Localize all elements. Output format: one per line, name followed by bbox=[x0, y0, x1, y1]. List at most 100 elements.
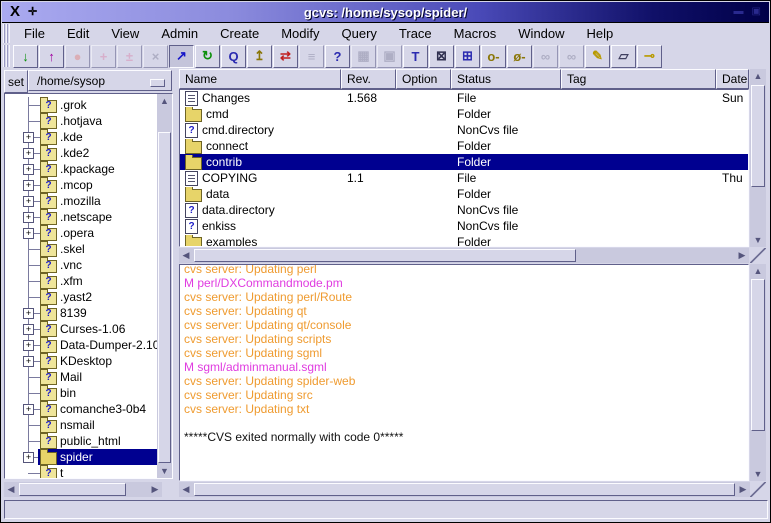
scroll-left-icon[interactable] bbox=[4, 482, 18, 497]
watch-button[interactable]: ∞ bbox=[533, 45, 558, 68]
expander-plus-icon[interactable]: + bbox=[23, 356, 34, 367]
filelist-vscrollbar[interactable] bbox=[750, 69, 766, 247]
menu-macros[interactable]: Macros bbox=[443, 24, 508, 43]
scroll-thumb[interactable] bbox=[751, 85, 765, 187]
console-hscrollbar[interactable] bbox=[179, 482, 750, 497]
resize-grip[interactable] bbox=[750, 482, 766, 497]
expander-plus-icon[interactable]: + bbox=[23, 132, 34, 143]
tree-item[interactable]: +?comanche3-0b4 bbox=[5, 401, 157, 417]
expander-plus-icon[interactable]: + bbox=[23, 164, 34, 175]
menu-admin[interactable]: Admin bbox=[150, 24, 209, 43]
diff-button[interactable]: ↗ bbox=[169, 45, 194, 68]
tree-vscrollbar[interactable] bbox=[157, 94, 172, 478]
minimize-icon[interactable] bbox=[734, 6, 744, 18]
scroll-thumb[interactable] bbox=[158, 132, 171, 463]
set-button[interactable]: set bbox=[4, 70, 28, 93]
menubar-grip[interactable] bbox=[3, 24, 10, 43]
add-file-button[interactable]: + bbox=[91, 45, 116, 68]
column-header-name[interactable]: Name bbox=[179, 69, 341, 89]
column-header-status[interactable]: Status bbox=[451, 69, 561, 89]
expander-plus-icon[interactable]: + bbox=[23, 148, 34, 159]
scroll-thumb[interactable] bbox=[194, 249, 576, 262]
menu-query[interactable]: Query bbox=[331, 24, 388, 43]
add-binary-button[interactable]: ± bbox=[117, 45, 142, 68]
tree-item[interactable]: +?.mozilla bbox=[5, 193, 157, 209]
tree-item[interactable]: +?.kpackage bbox=[5, 161, 157, 177]
scroll-left-icon[interactable] bbox=[179, 482, 193, 497]
edit-button[interactable]: ✎ bbox=[585, 45, 610, 68]
table-row[interactable]: contribFolder bbox=[180, 154, 748, 170]
scroll-thumb[interactable] bbox=[751, 279, 765, 431]
expander-plus-icon[interactable]: + bbox=[23, 196, 34, 207]
maximize-icon[interactable] bbox=[752, 6, 761, 18]
menu-modify[interactable]: Modify bbox=[270, 24, 330, 43]
menu-file[interactable]: File bbox=[13, 24, 56, 43]
tree-item[interactable]: ?public_html bbox=[5, 433, 157, 449]
expander-plus-icon[interactable]: + bbox=[23, 308, 34, 319]
column-header-option[interactable]: Option bbox=[396, 69, 451, 89]
update-button[interactable]: ↓ bbox=[13, 45, 38, 68]
column-header-rev[interactable]: Rev. bbox=[341, 69, 396, 89]
table-row[interactable]: ?enkissNonCvs file bbox=[180, 218, 748, 234]
toolbar-grip[interactable] bbox=[3, 45, 10, 67]
reload-view-button[interactable]: ⇄ bbox=[273, 45, 298, 68]
tree-item[interactable]: ?nsmail bbox=[5, 417, 157, 433]
tree-item[interactable]: +?KDesktop bbox=[5, 353, 157, 369]
unedit-button[interactable]: ▱ bbox=[611, 45, 636, 68]
table-row[interactable]: ?data.directoryNonCvs file bbox=[180, 202, 748, 218]
tree-item[interactable]: +?8139 bbox=[5, 305, 157, 321]
menu-create[interactable]: Create bbox=[209, 24, 270, 43]
scroll-right-icon[interactable] bbox=[735, 248, 749, 263]
tree-item[interactable]: ?.yast2 bbox=[5, 289, 157, 305]
title-bar[interactable]: gcvs: /home/sysop/spider/ bbox=[2, 2, 769, 23]
trash-button[interactable]: ▣ bbox=[377, 45, 402, 68]
scroll-up-icon[interactable] bbox=[157, 94, 172, 108]
tree-item[interactable]: +?.opera bbox=[5, 225, 157, 241]
logout-button[interactable]: ø- bbox=[507, 45, 532, 68]
menu-view[interactable]: View bbox=[100, 24, 150, 43]
remove-button[interactable]: × bbox=[143, 45, 168, 68]
ignore-button[interactable]: ▦ bbox=[351, 45, 376, 68]
tree-hscrollbar[interactable] bbox=[4, 482, 162, 497]
scroll-down-icon[interactable] bbox=[157, 464, 172, 478]
menu-help[interactable]: Help bbox=[576, 24, 625, 43]
menu-trace[interactable]: Trace bbox=[388, 24, 443, 43]
tree-item[interactable]: ?t bbox=[5, 465, 157, 479]
expander-plus-icon[interactable]: + bbox=[23, 324, 34, 335]
status-button[interactable]: ? bbox=[325, 45, 350, 68]
scroll-thumb[interactable] bbox=[19, 483, 126, 496]
table-row[interactable]: cmdFolder bbox=[180, 106, 748, 122]
tree-item[interactable]: ?Mail bbox=[5, 369, 157, 385]
tree-item[interactable]: +?Curses-1.06 bbox=[5, 321, 157, 337]
explore-button[interactable]: Q bbox=[221, 45, 246, 68]
up-folder-button[interactable]: ↥ bbox=[247, 45, 272, 68]
tree-item[interactable]: ?bin bbox=[5, 385, 157, 401]
tree-item[interactable]: ?.hotjava bbox=[5, 113, 157, 129]
unwatch-button[interactable]: ∞ bbox=[559, 45, 584, 68]
log-button[interactable]: ≡ bbox=[299, 45, 324, 68]
stop-button[interactable]: ● bbox=[65, 45, 90, 68]
tree-item[interactable]: ?.vnc bbox=[5, 257, 157, 273]
splitter-grip[interactable] bbox=[750, 248, 766, 263]
refresh-button[interactable]: ↻ bbox=[195, 45, 220, 68]
tree-item[interactable]: ?.grok bbox=[5, 97, 157, 113]
expander-plus-icon[interactable]: + bbox=[23, 180, 34, 191]
tree-item[interactable]: +spider bbox=[5, 449, 157, 465]
filelist-hscrollbar[interactable] bbox=[179, 248, 749, 263]
release-button[interactable]: ⊸ bbox=[637, 45, 662, 68]
scroll-left-icon[interactable] bbox=[179, 248, 193, 263]
table-row[interactable]: dataFolder bbox=[180, 186, 748, 202]
column-header-date[interactable]: Date bbox=[716, 69, 749, 89]
menu-window[interactable]: Window bbox=[507, 24, 575, 43]
scroll-right-icon[interactable] bbox=[736, 482, 750, 497]
expander-plus-icon[interactable]: + bbox=[23, 404, 34, 415]
login-button[interactable]: o- bbox=[481, 45, 506, 68]
commit-button[interactable]: ↑ bbox=[39, 45, 64, 68]
table-row[interactable]: COPYING1.1FileThu bbox=[180, 170, 748, 186]
console-vscrollbar[interactable] bbox=[750, 264, 766, 481]
tree-item[interactable]: +?.kde2 bbox=[5, 145, 157, 161]
tree-item[interactable]: +?Data-Dumper-2.10 bbox=[5, 337, 157, 353]
scroll-thumb[interactable] bbox=[194, 483, 735, 496]
column-header-tag[interactable]: Tag bbox=[561, 69, 716, 89]
tag-button[interactable]: T bbox=[403, 45, 428, 68]
